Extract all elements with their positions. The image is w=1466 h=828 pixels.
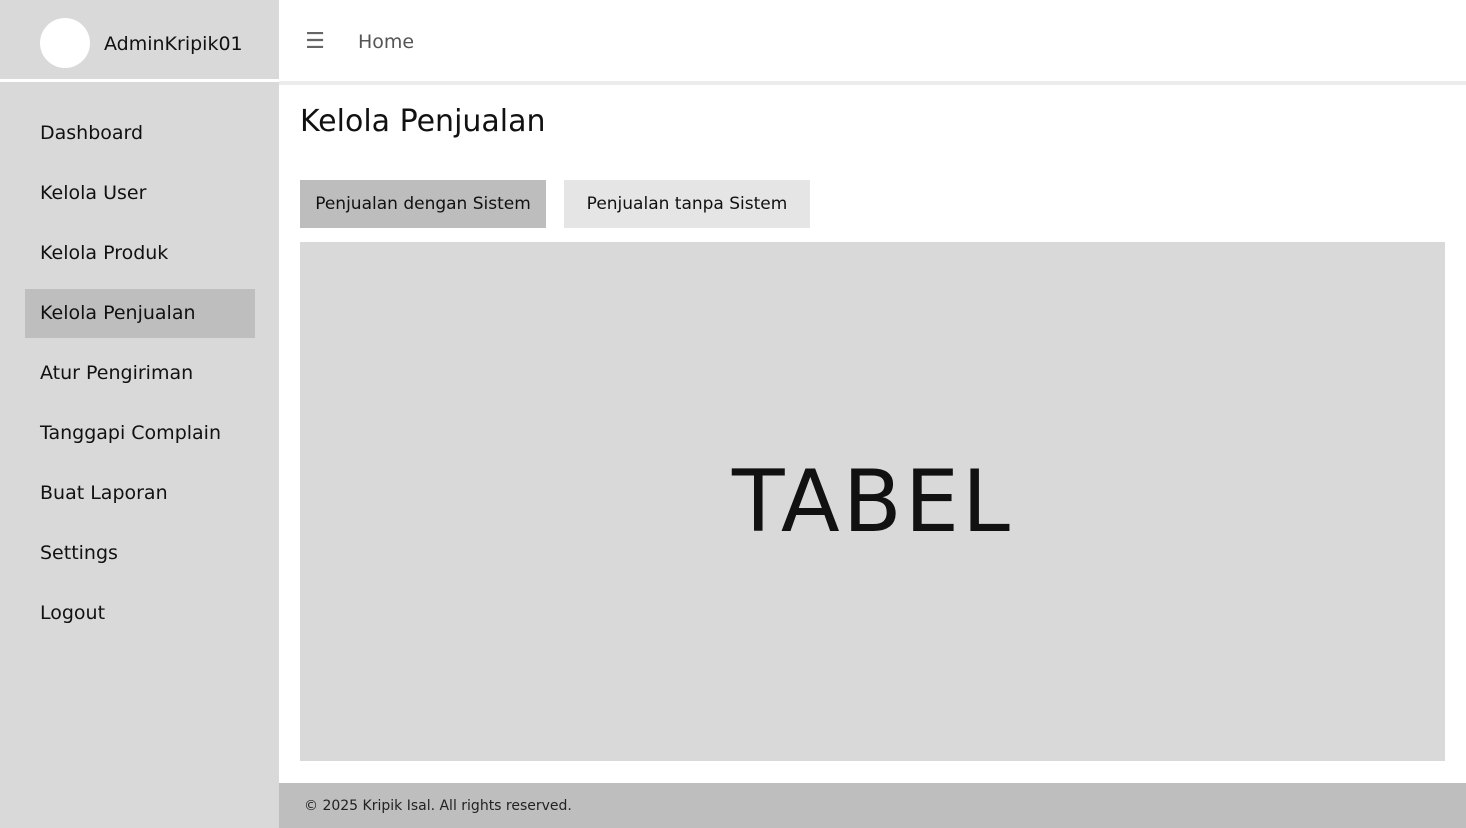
avatar[interactable] (40, 18, 90, 68)
sidebar-item-atur-pengiriman[interactable]: Atur Pengiriman (25, 349, 255, 398)
tab-penjualan-tanpa-sistem[interactable]: Penjualan tanpa Sistem (564, 180, 810, 228)
sidebar-item-buat-laporan[interactable]: Buat Laporan (25, 469, 255, 518)
sidebar-item-kelola-penjualan[interactable]: Kelola Penjualan (25, 289, 255, 338)
tab-penjualan-dengan-sistem[interactable]: Penjualan dengan Sistem (300, 180, 546, 228)
page-title: Kelola Penjualan (300, 104, 546, 139)
hamburger-icon[interactable]: ☰ (300, 27, 330, 57)
top-header: ☰ Home (279, 0, 1466, 85)
copyright-text: © 2025 Kripik Isal. All rights reserved. (304, 798, 572, 814)
app-root: AdminKripik01 Dashboard Kelola User Kelo… (0, 0, 1466, 828)
sidebar-item-kelola-produk[interactable]: Kelola Produk (25, 229, 255, 278)
table-placeholder-text: TABEL (732, 451, 1013, 552)
sidebar-item-settings[interactable]: Settings (25, 529, 255, 578)
sidebar-nav: Dashboard Kelola User Kelola Produk Kelo… (25, 109, 255, 649)
breadcrumb-home[interactable]: Home (358, 30, 414, 54)
sidebar: AdminKripik01 Dashboard Kelola User Kelo… (0, 0, 279, 828)
sidebar-item-kelola-user[interactable]: Kelola User (25, 169, 255, 218)
username: AdminKripik01 (104, 33, 243, 55)
footer: © 2025 Kripik Isal. All rights reserved. (279, 783, 1466, 828)
sidebar-item-tanggapi-complain[interactable]: Tanggapi Complain (25, 409, 255, 458)
sidebar-item-dashboard[interactable]: Dashboard (25, 109, 255, 158)
profile-section: AdminKripik01 (0, 0, 279, 82)
sidebar-item-logout[interactable]: Logout (25, 589, 255, 638)
table-area: TABEL (300, 242, 1445, 761)
